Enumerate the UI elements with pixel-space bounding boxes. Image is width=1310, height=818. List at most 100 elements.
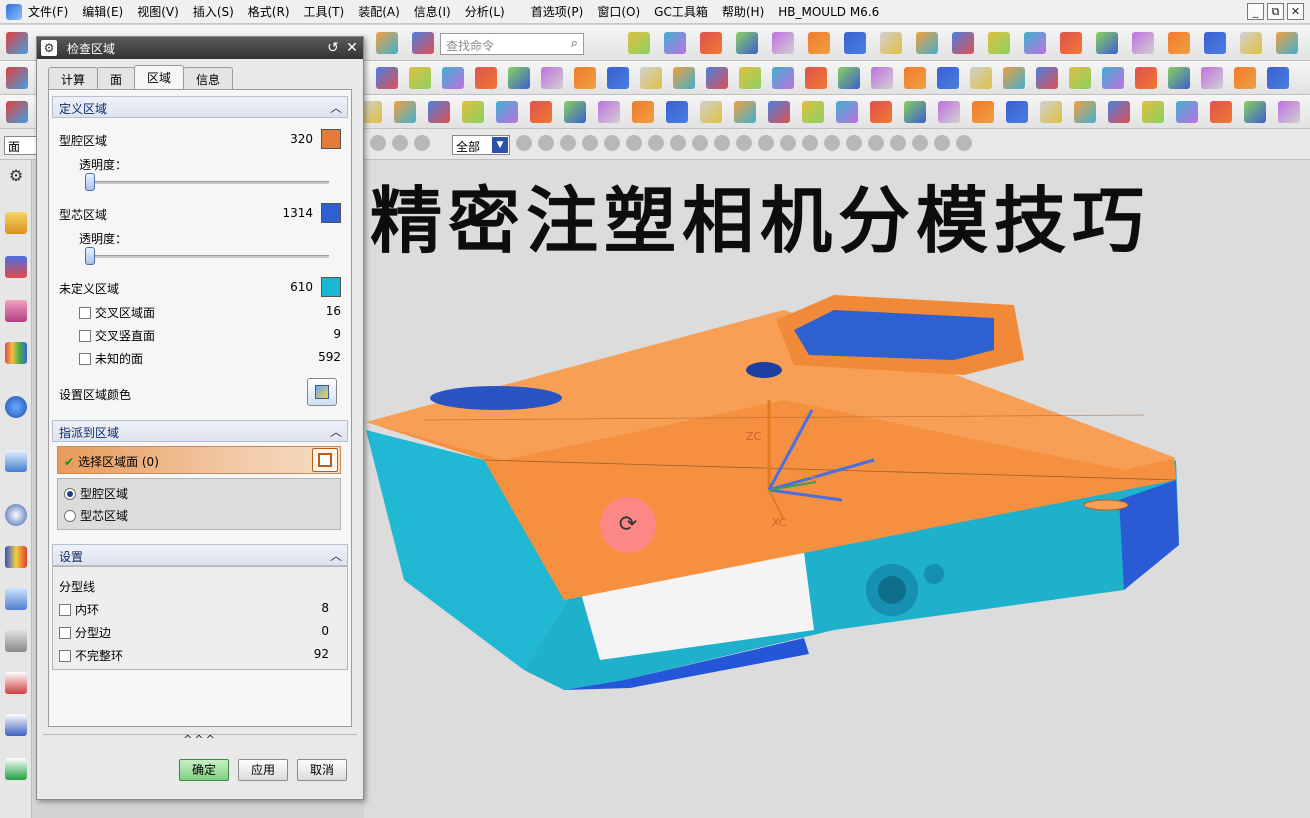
toolbar-tool-icon[interactable]	[412, 32, 434, 54]
inner-loop-row[interactable]: 内环 8	[59, 601, 329, 618]
chevron-down-icon[interactable]: ▼	[492, 137, 508, 153]
toolbar-tool-icon[interactable]	[844, 32, 866, 54]
process-studio-icon[interactable]	[5, 588, 27, 610]
command-search-input[interactable]: 查找命令 ⌕	[440, 33, 584, 55]
crossing-vertical-row[interactable]: 交叉竖直面 9	[79, 327, 341, 344]
toolbar-tool-icon[interactable]	[1024, 32, 1046, 54]
toolbar-tool-icon[interactable]	[692, 135, 708, 151]
define-regions-header[interactable]: 定义区域 ︿	[52, 96, 348, 118]
toolbar-tool-icon[interactable]	[956, 135, 972, 151]
menu-tools[interactable]: 工具(T)	[304, 3, 345, 20]
cavity-opacity-slider[interactable]	[85, 173, 95, 191]
toolbar-tool-icon[interactable]	[666, 101, 688, 123]
toolbar-tool-icon[interactable]	[912, 135, 928, 151]
set-region-color-button[interactable]	[307, 378, 337, 406]
toolbar-tool-icon[interactable]	[607, 67, 629, 89]
toolbar-tool-icon[interactable]	[952, 32, 974, 54]
parting-edge-checkbox[interactable]	[59, 627, 71, 639]
core-radio-option[interactable]: 型芯区域	[64, 507, 128, 524]
reset-icon[interactable]: ↺	[325, 40, 341, 56]
toolbar-tool-icon[interactable]	[736, 135, 752, 151]
toolbar-tool-icon[interactable]	[1168, 32, 1190, 54]
toolbar-tool-icon[interactable]	[673, 67, 695, 89]
toolbar-tool-icon[interactable]	[1201, 67, 1223, 89]
settings-gear-icon[interactable]: ⚙	[5, 166, 27, 188]
toolbar-tool-icon[interactable]	[604, 135, 620, 151]
menu-insert[interactable]: 插入(S)	[193, 3, 234, 20]
search-icon[interactable]: ⌕	[571, 36, 578, 51]
expand-dialog-toggle[interactable]: ^^^	[43, 734, 357, 748]
cavity-radio[interactable]	[64, 488, 76, 500]
toolbar-tool-icon[interactable]	[560, 135, 576, 151]
toolbar-tool-icon[interactable]	[1006, 101, 1028, 123]
toolbar-tool-icon[interactable]	[648, 135, 664, 151]
crossing-faces-checkbox[interactable]	[79, 307, 91, 319]
export-icon[interactable]	[5, 758, 27, 780]
graphics-viewport[interactable]: 精密注塑相机分模技巧 ZC YC XC ⟳	[364, 160, 1310, 818]
toolbar-tool-icon[interactable]	[1003, 67, 1025, 89]
toolbar-tool-icon[interactable]	[370, 135, 386, 151]
selection-filter-field[interactable]: 面	[4, 136, 37, 155]
toolbar-tool-icon[interactable]	[1168, 67, 1190, 89]
toolbar-tool-icon[interactable]	[700, 101, 722, 123]
toolbar-tool-icon[interactable]	[868, 135, 884, 151]
toolbar-tool-icon[interactable]	[664, 32, 686, 54]
crossing-vertical-checkbox[interactable]	[79, 330, 91, 342]
menu-edit[interactable]: 编辑(E)	[82, 3, 123, 20]
collapse-chevron-icon[interactable]: ︿	[330, 99, 342, 116]
toolbar-tool-icon[interactable]	[530, 101, 552, 123]
menu-format[interactable]: 格式(R)	[248, 3, 290, 20]
menu-assembly[interactable]: 装配(A)	[358, 3, 400, 20]
dialog-gear-icon[interactable]: ⚙	[41, 40, 57, 56]
apply-button[interactable]: 应用	[238, 759, 288, 781]
toolbar-tool-icon[interactable]	[582, 135, 598, 151]
toolbar-start-icon[interactable]	[6, 32, 28, 54]
manufacturing-wizard-icon[interactable]	[5, 630, 27, 652]
toolbar-start-icon[interactable]	[6, 101, 28, 123]
menu-preferences[interactable]: 首选项(P)	[531, 3, 584, 20]
toolbar-tool-icon[interactable]	[598, 101, 620, 123]
menu-information[interactable]: 信息(I)	[414, 3, 451, 20]
material-palette-icon[interactable]	[5, 546, 27, 568]
toolbar-tool-icon[interactable]	[640, 67, 662, 89]
toolbar-tool-icon[interactable]	[937, 67, 959, 89]
toolbar-tool-icon[interactable]	[700, 32, 722, 54]
toolbar-tool-icon[interactable]	[904, 101, 926, 123]
toolbar-tool-icon[interactable]	[846, 135, 862, 151]
collapse-chevron-icon[interactable]: ︿	[330, 423, 342, 440]
reuse-library-icon[interactable]	[5, 342, 27, 364]
menu-hb-mould[interactable]: HB_MOULD M6.6	[778, 5, 879, 19]
toolbar-tool-icon[interactable]	[628, 32, 650, 54]
toolbar-tool-icon[interactable]	[1060, 32, 1082, 54]
toolbar-tool-icon[interactable]	[376, 67, 398, 89]
toolbar-tool-icon[interactable]	[808, 32, 830, 54]
ok-button[interactable]: 确定	[179, 759, 229, 781]
toolbar-tool-icon[interactable]	[988, 32, 1010, 54]
toolbar-tool-icon[interactable]	[734, 101, 756, 123]
undefined-color-swatch[interactable]	[321, 277, 341, 297]
menu-file[interactable]: 文件(F)	[28, 3, 68, 20]
assembly-navigator-icon[interactable]	[5, 212, 27, 234]
cavity-opacity-track[interactable]	[89, 181, 329, 184]
tab-regions[interactable]: 区域	[134, 65, 185, 89]
toolbar-tool-icon[interactable]	[516, 135, 532, 151]
toolbar-tool-icon[interactable]	[772, 67, 794, 89]
toolbar-tool-icon[interactable]	[1142, 101, 1164, 123]
toolbar-tool-icon[interactable]	[1204, 32, 1226, 54]
toolbar-tool-icon[interactable]	[805, 67, 827, 89]
toolbar-tool-icon[interactable]	[475, 67, 497, 89]
unknown-faces-row[interactable]: 未知的面 592	[79, 350, 341, 367]
toolbar-tool-icon[interactable]	[508, 67, 530, 89]
toolbar-tool-icon[interactable]	[1267, 67, 1289, 89]
toolbar-tool-icon[interactable]	[670, 135, 686, 151]
system-scenes-icon[interactable]	[5, 714, 27, 736]
toolbar-tool-icon[interactable]	[870, 101, 892, 123]
toolbar-tool-icon[interactable]	[836, 101, 858, 123]
toolbar-tool-icon[interactable]	[970, 67, 992, 89]
crossing-faces-row[interactable]: 交叉区域面 16	[79, 304, 341, 321]
toolbar-tool-icon[interactable]	[632, 101, 654, 123]
minimize-button[interactable]: _	[1247, 3, 1264, 20]
toolbar-tool-icon[interactable]	[1069, 67, 1091, 89]
toolbar-tool-icon[interactable]	[392, 135, 408, 151]
core-radio[interactable]	[64, 510, 76, 522]
